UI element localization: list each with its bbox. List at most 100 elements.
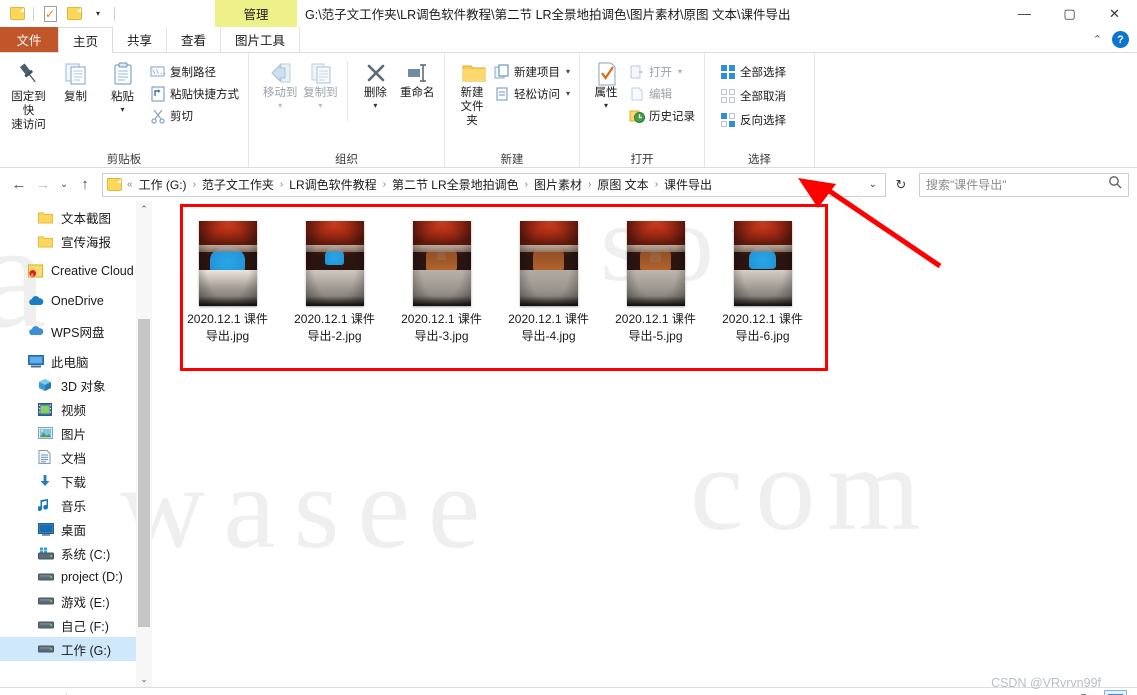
chevron-down-icon[interactable]: ▾ xyxy=(318,102,322,110)
copy-path-button[interactable]: \\.. 复制路径 xyxy=(147,61,242,82)
breadcrumb-item-3[interactable]: 第二节 LR全景地拍调色 xyxy=(387,176,524,193)
file-item[interactable]: 2020.12.1 课件 导出-6.jpg xyxy=(709,219,816,345)
chevron-down-icon[interactable]: ▾ xyxy=(566,89,570,98)
sidebar-item-2[interactable]: a Creative Cloud F xyxy=(0,259,152,283)
new-item-button[interactable]: 新建项目 ▾ xyxy=(491,61,573,82)
scroll-down-icon[interactable]: ⌄ xyxy=(136,671,152,687)
chevron-down-icon[interactable]: ▾ xyxy=(566,67,570,76)
chevron-down-icon[interactable]: ▾ xyxy=(604,102,608,110)
paste-button[interactable]: 粘贴 ▾ xyxy=(100,57,145,114)
select-all-button[interactable]: 全部选择 xyxy=(717,61,789,82)
tab-picture-tools[interactable]: 图片工具 xyxy=(221,27,301,52)
select-none-button[interactable]: 全部取消 xyxy=(717,85,789,106)
sidebar-item-6[interactable]: 3D 对象 xyxy=(0,373,152,397)
file-thumbnail[interactable] xyxy=(305,221,364,306)
minimize-button[interactable]: — xyxy=(1002,0,1047,27)
close-button[interactable]: ✕ xyxy=(1092,0,1137,27)
breadcrumb-item-5[interactable]: 原图 文本 xyxy=(592,176,653,193)
properties-button[interactable]: 属性 ▾ xyxy=(588,57,624,110)
large-icons-view-button[interactable] xyxy=(1104,690,1127,695)
sidebar-item-12[interactable]: 桌面 xyxy=(0,517,152,541)
breadcrumb-item-1[interactable]: 范子文工作夹 xyxy=(197,176,279,193)
back-button[interactable]: ← xyxy=(8,173,30,197)
sidebar-item-13[interactable]: 系统 (C:) xyxy=(0,541,152,565)
up-button[interactable]: ↑ xyxy=(74,173,96,197)
sidebar-item-9[interactable]: 文档 xyxy=(0,445,152,469)
search-input[interactable]: 搜索"课件导出" xyxy=(919,172,1129,197)
maximize-button[interactable]: ▢ xyxy=(1047,0,1092,27)
pin-to-quick-access-button[interactable]: 固定到快 速访问 xyxy=(6,57,51,132)
tab-file[interactable]: 文件 xyxy=(0,27,58,52)
select-commands: 全部选择 全部取消 反向选择 xyxy=(717,57,789,130)
navigation-scrollbar[interactable]: ⌃ ⌄ xyxy=(136,201,152,687)
copy-button[interactable]: 复制 xyxy=(53,57,98,104)
file-item[interactable]: 2020.12.1 课件 导出-2.jpg xyxy=(281,219,388,345)
breadcrumb-item-6[interactable]: 课件导出 xyxy=(659,176,717,193)
file-thumbnail[interactable] xyxy=(412,221,471,306)
sidebar-item-11[interactable]: 音乐 xyxy=(0,493,152,517)
file-item[interactable]: 2020.12.1 课件 导出-5.jpg xyxy=(602,219,709,345)
contextual-tab-header[interactable]: 管理 xyxy=(215,0,297,27)
breadcrumb-item-2[interactable]: LR调色软件教程 xyxy=(284,176,381,193)
file-item[interactable]: 2020.12.1 课件 导出.jpg xyxy=(174,219,281,345)
rename-button[interactable]: 重命名 xyxy=(396,57,438,100)
qat-folder-button[interactable] xyxy=(6,3,28,25)
new-folder-large-icon xyxy=(461,61,486,83)
address-input[interactable]: « 工作 (G:) › 范子文工作夹 › LR调色软件教程 › 第二节 LR全景… xyxy=(102,172,886,197)
copy-to-button[interactable]: 复制到 ▾ xyxy=(301,57,339,110)
file-thumbnail[interactable] xyxy=(519,221,578,306)
sidebar-item-3[interactable]: OneDrive xyxy=(0,289,152,313)
file-list-view[interactable]: 2020.12.1 课件 导出.jpg 2020.12.1 课件 导出-2.jpg 20… xyxy=(152,201,1137,687)
refresh-button[interactable]: ↻ xyxy=(888,173,914,197)
file-thumbnail[interactable] xyxy=(198,221,257,306)
scroll-up-icon[interactable]: ⌃ xyxy=(136,201,152,217)
paste-shortcut-button[interactable]: 粘贴快捷方式 xyxy=(147,83,242,104)
new-folder-button[interactable]: 新建 文件夹 xyxy=(455,57,489,128)
move-to-button[interactable]: 移动到 ▾ xyxy=(261,57,299,110)
sidebar-item-1[interactable]: 宣传海报 xyxy=(0,229,152,253)
scrollbar-thumb[interactable] xyxy=(138,319,150,627)
sidebar-item-5[interactable]: 此电脑 xyxy=(0,349,152,373)
sidebar-item-14[interactable]: project (D:) xyxy=(0,565,152,589)
collapse-ribbon-icon[interactable]: ⌃ xyxy=(1093,33,1102,46)
breadcrumb-item-4[interactable]: 图片素材 xyxy=(529,176,587,193)
recent-locations-button[interactable]: ⌄ xyxy=(56,173,72,197)
file-item[interactable]: 2020.12.1 课件 导出-3.jpg xyxy=(388,219,495,345)
sidebar-item-17[interactable]: 工作 (G:) xyxy=(0,637,152,661)
group-title-clipboard: 剪贴板 xyxy=(106,153,142,166)
details-view-button[interactable] xyxy=(1077,690,1100,695)
file-thumbnail[interactable] xyxy=(733,221,792,306)
chevron-down-icon[interactable]: ▾ xyxy=(120,106,124,114)
open-button[interactable]: 打开 ▾ xyxy=(626,61,698,82)
sidebar-item-4[interactable]: WPS网盘 xyxy=(0,319,152,343)
cut-button[interactable]: 剪切 xyxy=(147,105,242,126)
chevron-down-icon[interactable]: ▾ xyxy=(278,102,282,110)
easy-access-button[interactable]: 轻松访问 ▾ xyxy=(491,83,573,104)
tab-view[interactable]: 查看 xyxy=(167,27,222,52)
qat-new-folder-button[interactable] xyxy=(63,3,85,25)
search-icon[interactable] xyxy=(1108,175,1122,194)
qat-customize-button[interactable]: ▾ xyxy=(87,3,109,25)
file-thumbnail[interactable] xyxy=(626,221,685,306)
forward-button[interactable]: → xyxy=(32,173,54,197)
chevron-down-icon[interactable]: ⌄ xyxy=(869,179,881,190)
sidebar-item-10[interactable]: 下载 xyxy=(0,469,152,493)
breadcrumb-root[interactable]: « xyxy=(126,179,134,190)
tab-home[interactable]: 主页 xyxy=(58,27,114,53)
sidebar-item-16[interactable]: 自己 (F:) xyxy=(0,613,152,637)
tab-share[interactable]: 共享 xyxy=(113,27,168,52)
chevron-down-icon[interactable]: ▾ xyxy=(373,102,377,110)
delete-button[interactable]: 删除 ▾ xyxy=(356,57,394,110)
qat-properties-button[interactable]: ✓ xyxy=(39,3,61,25)
sidebar-item-8[interactable]: 图片 xyxy=(0,421,152,445)
sidebar-item-0[interactable]: 文本截图 xyxy=(0,205,152,229)
edit-button[interactable]: 编辑 xyxy=(626,83,698,104)
chevron-down-icon[interactable]: ▾ xyxy=(678,67,682,76)
invert-selection-button[interactable]: 反向选择 xyxy=(717,109,789,130)
history-button[interactable]: 历史记录 xyxy=(626,105,698,126)
sidebar-item-7[interactable]: 视频 xyxy=(0,397,152,421)
sidebar-item-15[interactable]: 游戏 (E:) xyxy=(0,589,152,613)
help-icon[interactable]: ? xyxy=(1112,31,1129,48)
file-item[interactable]: 2020.12.1 课件 导出-4.jpg xyxy=(495,219,602,345)
breadcrumb-item-0[interactable]: 工作 (G:) xyxy=(134,176,192,193)
